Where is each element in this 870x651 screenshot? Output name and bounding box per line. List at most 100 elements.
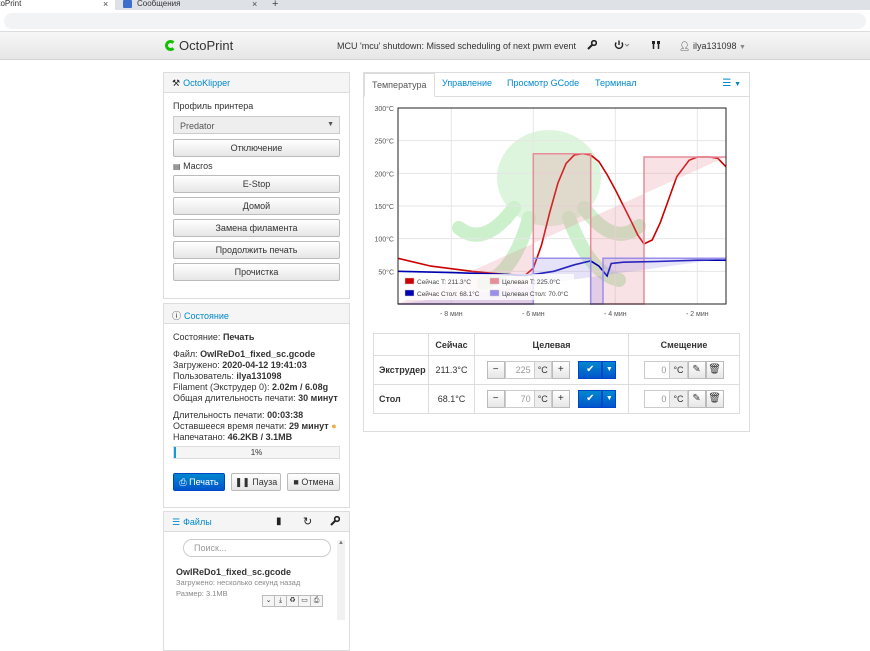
user-menu[interactable]: 👤︎ ilya131098 ▼ xyxy=(679,41,746,52)
state-user: Пользователь: ilya131098 xyxy=(173,371,340,382)
macros-label: ▤ Macros xyxy=(173,161,340,171)
printer-profile-select[interactable]: Predator ▼ xyxy=(173,116,340,134)
total-time-label: Общая длительность печати: xyxy=(173,393,296,403)
macro-purge-button[interactable]: Прочистка xyxy=(173,263,340,281)
trash-icon[interactable]: 🗑︎ xyxy=(705,361,724,379)
elapsed-value: 00:03:38 xyxy=(267,410,304,420)
state-file: Файл: OwlReDo1_fixed_sc.gcode xyxy=(173,349,340,360)
state-panel: ⓘ Состояние Состояние: Печать Файл: OwlRe… xyxy=(163,303,350,508)
close-icon[interactable]: × xyxy=(103,0,108,9)
url-field[interactable] xyxy=(4,13,866,29)
state-elapsed: Длительность печати: 00:03:38 xyxy=(173,410,340,421)
table-header-target: Целевая xyxy=(474,333,629,356)
set-target-button[interactable]: ✔ xyxy=(578,361,603,379)
power-icon[interactable] xyxy=(614,40,630,53)
file-search-input[interactable]: Поиск... xyxy=(183,539,331,557)
target-input[interactable]: 225 xyxy=(504,361,535,379)
chevron-down-icon[interactable]: ▼ xyxy=(602,361,617,379)
y-tick-label: 50°C xyxy=(378,268,394,276)
set-target-button[interactable]: ✔ xyxy=(578,390,603,408)
pencil-icon[interactable]: ✎ xyxy=(687,361,706,379)
state-status-label: Состояние: xyxy=(173,332,221,342)
trash-icon[interactable]: 🗑︎ xyxy=(705,390,724,408)
file-value: OwlReDo1_fixed_sc.gcode xyxy=(200,349,316,359)
print-button[interactable]: ⎙ Печать xyxy=(173,473,225,491)
pause-button[interactable]: ❚❚ Пауза xyxy=(231,473,281,491)
system-status-icon[interactable] xyxy=(651,40,661,53)
y-tick-label: 100°C xyxy=(374,236,394,244)
row-actual: 211.3°C xyxy=(428,355,475,385)
row-name: Стол xyxy=(373,384,429,414)
decrease-target-button[interactable]: − xyxy=(486,361,505,379)
increase-target-button[interactable]: + xyxy=(551,390,570,408)
list-item[interactable]: OwlReDo1_fixed_sc.gcode Загружено: неско… xyxy=(172,564,341,607)
temperature-chart-svg: 300°C 250°C 200°C 150°C 100°C 50°C - 8 мин - 6 … xyxy=(374,105,727,318)
browser-tab-octoprint[interactable]: OctoPrint × xyxy=(0,0,115,10)
refresh-icon[interactable]: ↻ xyxy=(303,515,312,528)
legend-label: Целевая T: 225.0°C xyxy=(502,278,561,286)
files-header[interactable]: ☰ Файлы ▮ ↻ xyxy=(164,512,349,532)
octoklipper-header[interactable]: ⚒ OctoKlipper xyxy=(164,73,349,93)
macro-resume-button[interactable]: Продолжить печать xyxy=(173,241,340,259)
pencil-icon[interactable]: ✎ xyxy=(687,390,706,408)
printed-label: Напечатано: xyxy=(173,432,226,442)
state-left: Оставшееся время печати: 29 минут ● xyxy=(173,421,340,432)
target-unit: °C xyxy=(533,361,552,379)
chevron-down-icon: ▼ xyxy=(327,121,334,128)
offset-input[interactable]: 0 xyxy=(644,390,671,408)
browser-tab-messages[interactable]: Сообщения × xyxy=(117,0,267,10)
tab-control[interactable]: Управление xyxy=(442,78,492,88)
brand[interactable]: OctoPrint xyxy=(165,38,233,53)
octoklipper-title: OctoKlipper xyxy=(183,78,231,88)
wrench-icon[interactable] xyxy=(330,515,341,528)
target-input[interactable]: 70 xyxy=(504,390,535,408)
scroll-up-icon[interactable]: ▲ xyxy=(338,540,344,546)
total-time-value: 30 минут xyxy=(298,393,338,403)
filament-label: Filament (Экструдер 0): xyxy=(173,382,270,392)
file-icon[interactable]: ▮ xyxy=(276,516,282,527)
navbar: OctoPrint MCU 'mcu' shutdown: Missed sch… xyxy=(0,32,870,60)
octoklipper-icon: ⚒ xyxy=(172,78,181,88)
file-actions: ⌄ ⤓ ♻ ▭ ⎙ xyxy=(262,594,323,607)
tab-gcode-viewer[interactable]: Просмотр GCode xyxy=(507,78,579,88)
tab-terminal[interactable]: Терминал xyxy=(595,78,636,88)
state-title: Состояние xyxy=(184,311,229,321)
y-tick-label: 300°C xyxy=(374,105,394,113)
macro-home-button[interactable]: Домой xyxy=(173,197,340,215)
legend-label: Сейчас Стол: 68.1°C xyxy=(417,290,480,298)
offset-cell: 0 °C ✎ 🗑︎ xyxy=(628,384,740,414)
table-header-empty xyxy=(373,333,429,356)
close-icon[interactable]: × xyxy=(252,0,257,9)
table-header-actual: Сейчас xyxy=(428,333,475,356)
tabs-menu-icon[interactable]: ☰ ▼ xyxy=(722,78,741,89)
state-status-value: Печать xyxy=(222,332,255,342)
macro-estop-button[interactable]: E-Stop xyxy=(173,175,340,193)
wrench-icon[interactable] xyxy=(587,39,598,53)
cancel-button[interactable]: ■ Отмена xyxy=(287,473,340,491)
macro-filament-change-button[interactable]: Замена филамента xyxy=(173,219,340,237)
printed-value: 46.2KB / 3.1MB xyxy=(227,432,293,442)
offset-input[interactable]: 0 xyxy=(644,361,671,379)
legend-swatch xyxy=(489,277,500,285)
print-progress-bar: 1% xyxy=(173,446,340,459)
files-scrollbar[interactable]: ▲ xyxy=(337,540,345,620)
decrease-target-button[interactable]: − xyxy=(486,390,505,408)
octoklipper-panel: ⚒ OctoKlipper Профиль принтера Predator ▼… xyxy=(163,72,350,299)
profile-label: Профиль принтера xyxy=(173,101,254,111)
print-icon: ⎙ xyxy=(179,477,187,487)
disconnect-button[interactable]: Отключение xyxy=(173,139,340,157)
loaded-value: 2020-04-12 19:41:03 xyxy=(222,360,307,370)
chevron-down-icon[interactable]: ▼ xyxy=(602,390,617,408)
legend-label: Целевая Стол: 70.0°C xyxy=(502,290,569,298)
print-file-icon[interactable]: ⎙ xyxy=(310,595,323,607)
tab-temperature[interactable]: Температура xyxy=(364,73,435,97)
x-tick-label: - 2 мин xyxy=(686,311,709,318)
cancel-button-label: Отмена xyxy=(301,477,334,487)
user-icon: 👤︎ xyxy=(679,41,691,51)
state-printed: Напечатано: 46.2KB / 3.1MB xyxy=(173,432,340,443)
left-value: 29 минут xyxy=(289,421,329,431)
increase-target-button[interactable]: + xyxy=(551,361,570,379)
row-name: Экструдер xyxy=(373,355,429,385)
state-header[interactable]: ⓘ Состояние xyxy=(164,304,349,324)
new-tab-icon[interactable]: + xyxy=(272,0,278,10)
